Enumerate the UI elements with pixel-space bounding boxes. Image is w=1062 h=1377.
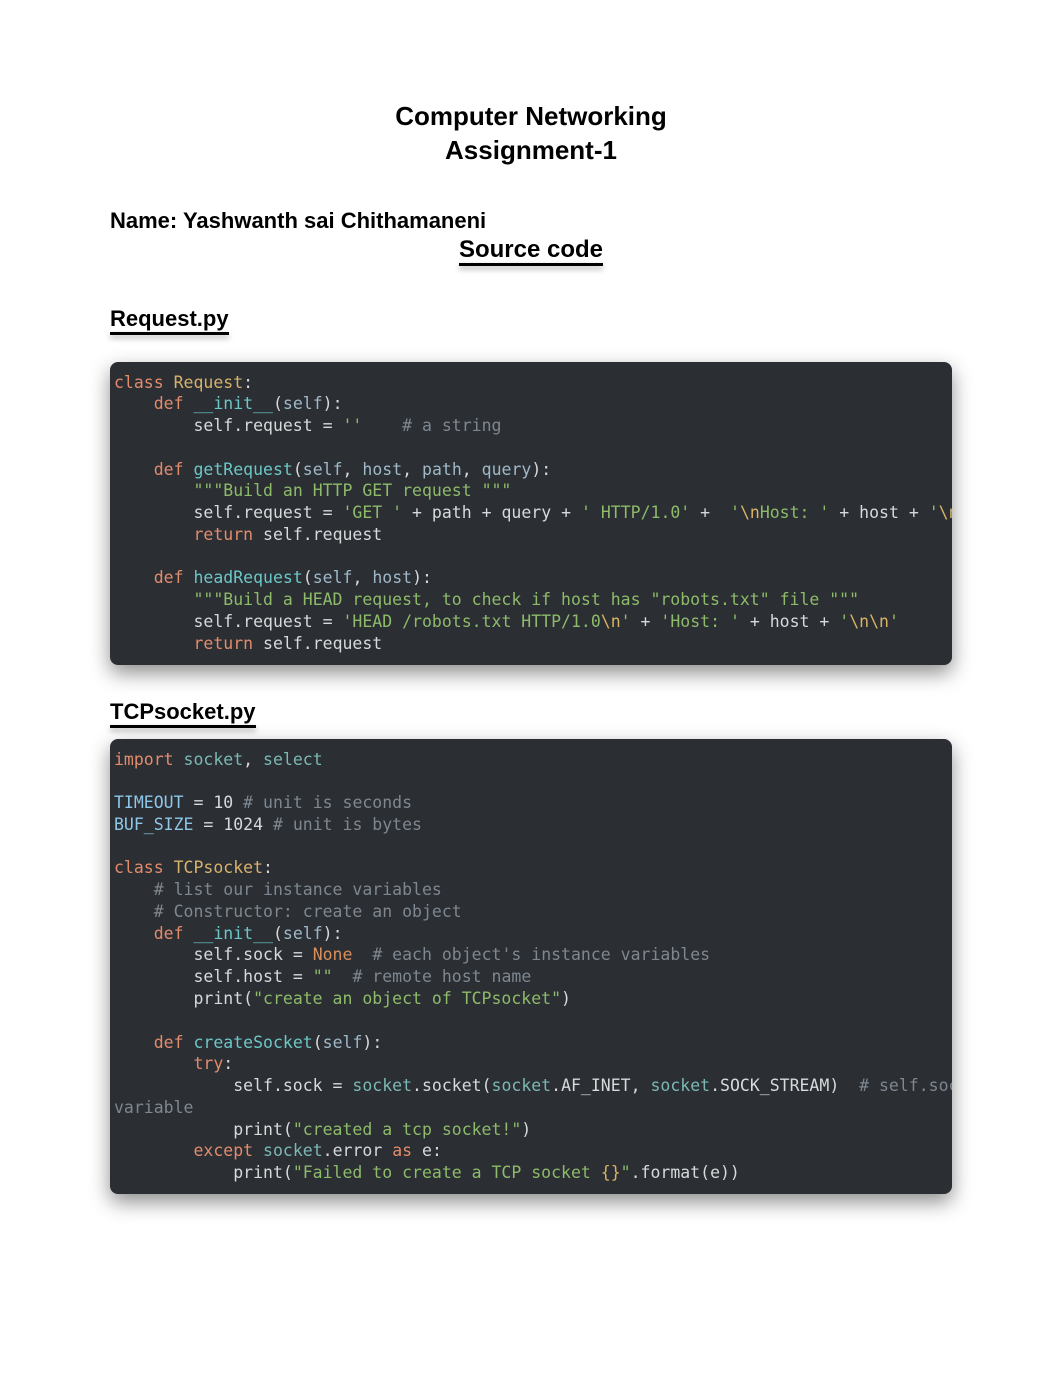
code-pre-request: class Request: def __init__(self): self.…	[114, 372, 946, 655]
student-name: Name: Yashwanth sai Chithamaneni	[110, 208, 952, 234]
title-line-1: Computer Networking	[110, 100, 952, 134]
file-heading-tcpsocket: TCPsocket.py	[110, 699, 256, 725]
file-section-request: Request.py class Request: def __init__(s…	[110, 306, 952, 665]
page-root: Computer Networking Assignment-1 Name: Y…	[0, 0, 1062, 1288]
code-pre-tcpsocket: import socket, select TIMEOUT = 10 # uni…	[114, 749, 946, 1184]
title-line-2: Assignment-1	[110, 134, 952, 168]
source-code-heading: Source code	[110, 236, 952, 264]
source-code-heading-text: Source code	[459, 236, 603, 264]
document-title: Computer Networking Assignment-1	[110, 100, 952, 168]
code-block-request: class Request: def __init__(self): self.…	[110, 362, 952, 665]
file-section-tcpsocket: TCPsocket.py import socket, select TIMEO…	[110, 699, 952, 1194]
file-heading-request: Request.py	[110, 306, 229, 332]
code-block-tcpsocket: import socket, select TIMEOUT = 10 # uni…	[110, 739, 952, 1194]
